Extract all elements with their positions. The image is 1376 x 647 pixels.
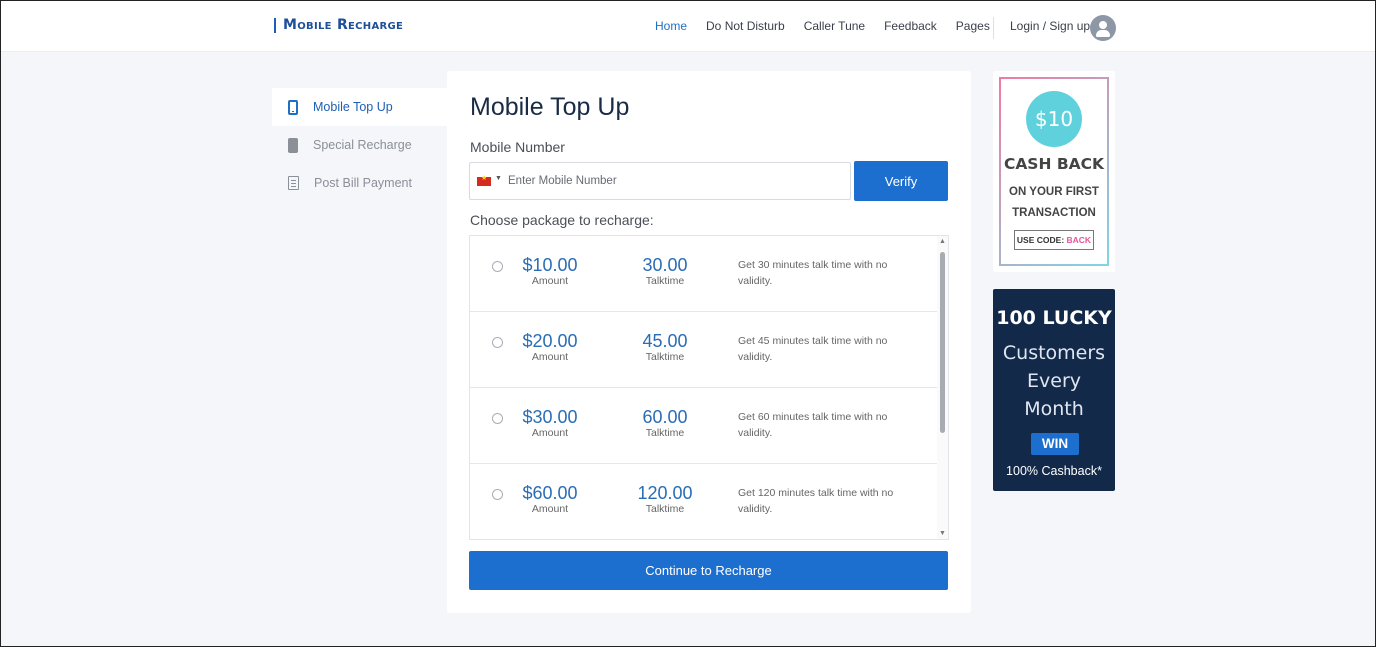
card-icon [288,137,298,153]
chevron-down-icon[interactable]: ▼ [495,175,502,182]
mobile-number-input[interactable] [508,172,838,190]
avatar-body [1096,30,1110,37]
promo-code-prefix: USE CODE: [1016,235,1067,245]
amount-caption: Amount [531,503,569,515]
nav-divider [993,17,994,39]
scroll-down-arrow-icon[interactable]: ▼ [939,530,946,537]
phone-icon [288,99,298,115]
user-avatar-icon[interactable] [1090,15,1116,41]
cashback-subtext: ON YOUR FIRST TRANSACTION [1001,182,1107,224]
amount-caption: Amount [531,275,569,287]
package-row[interactable]: $20.00 Amount 45.00 Talktime Get 45 minu… [470,312,937,388]
package-row[interactable]: $60.00 Amount 120.00 Talktime Get 120 mi… [470,464,937,539]
package-radio[interactable] [492,337,503,348]
coin-badge: $10 [1026,91,1082,147]
amount-block: $20.00 Amount [515,331,585,364]
package-radio[interactable] [492,261,503,272]
package-amount: $20.00 [522,331,578,351]
mobile-number-label: Mobile Number [470,139,565,155]
promo-code-box: USE CODE: BACK [1014,230,1094,250]
cashback-headline: CASH BACK [1003,155,1105,173]
talktime-block: 120.00 Talktime [630,483,700,516]
talktime-block: 30.00 Talktime [630,255,700,288]
package-talktime: 45.00 [642,331,688,351]
amount-caption: Amount [531,427,569,439]
package-description: Get 45 minutes talk time with no validit… [738,335,888,363]
package-description: Get 60 minutes talk time with no validit… [738,411,888,439]
package-row[interactable]: $30.00 Amount 60.00 Talktime Get 60 minu… [470,388,937,464]
package-scrollbar[interactable]: ▲ ▼ [937,236,948,539]
sidebar-item-special-recharge[interactable]: Special Recharge [272,126,447,164]
scroll-up-arrow-icon[interactable]: ▲ [939,238,946,245]
nav-caller-tune[interactable]: Caller Tune [804,19,865,33]
talktime-block: 60.00 Talktime [630,407,700,440]
mobile-number-field: ▼ [469,162,851,200]
sidebar: Mobile Top Up Special Recharge Post Bill… [272,88,447,202]
package-amount: $10.00 [522,255,578,275]
package-list: $10.00 Amount 30.00 Talktime Get 30 minu… [469,235,949,540]
nav-do-not-disturb[interactable]: Do Not Disturb [706,19,785,33]
sidebar-item-label: Post Bill Payment [314,176,412,190]
lucky-line1: Customers [1002,342,1106,364]
package-talktime: 30.00 [642,255,688,275]
amount-block: $30.00 Amount [515,407,585,440]
package-talktime: 120.00 [637,483,693,503]
amount-block: $10.00 Amount [515,255,585,288]
cashback-line1: ON YOUR FIRST [1009,186,1099,198]
sidebar-item-mobile-top-up[interactable]: Mobile Top Up [272,88,447,126]
country-flag-icon[interactable] [477,174,491,186]
talktime-caption: Talktime [645,351,685,363]
sidebar-item-post-bill-payment[interactable]: Post Bill Payment [272,164,447,202]
logo-text: Mobile Recharge [283,17,404,33]
top-up-card: Mobile Top Up Mobile Number ▼ Verify Cho… [447,71,971,613]
package-description: Get 120 minutes talk time with no validi… [738,487,894,515]
package-talktime: 60.00 [642,407,688,427]
lucky-subtext: Customers Every Month [993,339,1115,423]
main-nav: Home Do Not Disturb Caller Tune Feedback… [655,19,990,33]
top-header: Mobile Recharge Home Do Not Disturb Call… [1,1,1375,52]
talktime-block: 45.00 Talktime [630,331,700,364]
win-badge: WIN [1031,433,1079,455]
amount-caption: Amount [531,351,569,363]
logo-bar [274,17,276,33]
package-radio[interactable] [492,489,503,500]
login-signup-link[interactable]: Login / Sign up [1010,19,1090,33]
cashback-ad-border: $10 CASH BACK ON YOUR FIRST TRANSACTION … [999,77,1109,266]
site-logo[interactable]: Mobile Recharge [274,17,403,33]
amount-block: $60.00 Amount [515,483,585,516]
nav-home[interactable]: Home [655,19,687,33]
promo-code: BACK [1066,235,1092,245]
lucky-headline: 100 LUCKY [996,307,1112,329]
cashback-ad[interactable]: $10 CASH BACK ON YOUR FIRST TRANSACTION … [993,71,1115,272]
nav-pages[interactable]: Pages [956,19,990,33]
continue-to-recharge-button[interactable]: Continue to Recharge [469,551,948,590]
sidebar-item-label: Special Recharge [313,138,412,152]
avatar-head [1099,21,1107,29]
nav-feedback[interactable]: Feedback [884,19,937,33]
talktime-caption: Talktime [645,503,685,515]
package-radio[interactable] [492,413,503,424]
document-icon [288,176,299,190]
lucky-line3: Month [1024,398,1084,420]
verify-button[interactable]: Verify [854,161,948,201]
cashback-line2: TRANSACTION [1012,207,1096,219]
lucky-line2: Every [1027,370,1081,392]
package-description: Get 30 minutes talk time with no validit… [738,259,888,287]
package-amount: $60.00 [522,483,578,503]
sidebar-item-label: Mobile Top Up [313,100,393,114]
lucky-customers-ad[interactable]: 100 LUCKY Customers Every Month WIN 100%… [993,289,1115,491]
talktime-caption: Talktime [645,427,685,439]
scroll-thumb[interactable] [940,252,945,433]
talktime-caption: Talktime [645,275,685,287]
package-label: Choose package to recharge: [470,212,654,228]
package-row[interactable]: $10.00 Amount 30.00 Talktime Get 30 minu… [470,236,937,312]
page-title: Mobile Top Up [470,93,630,121]
package-amount: $30.00 [522,407,578,427]
lucky-footer: 100% Cashback* [1006,464,1102,478]
